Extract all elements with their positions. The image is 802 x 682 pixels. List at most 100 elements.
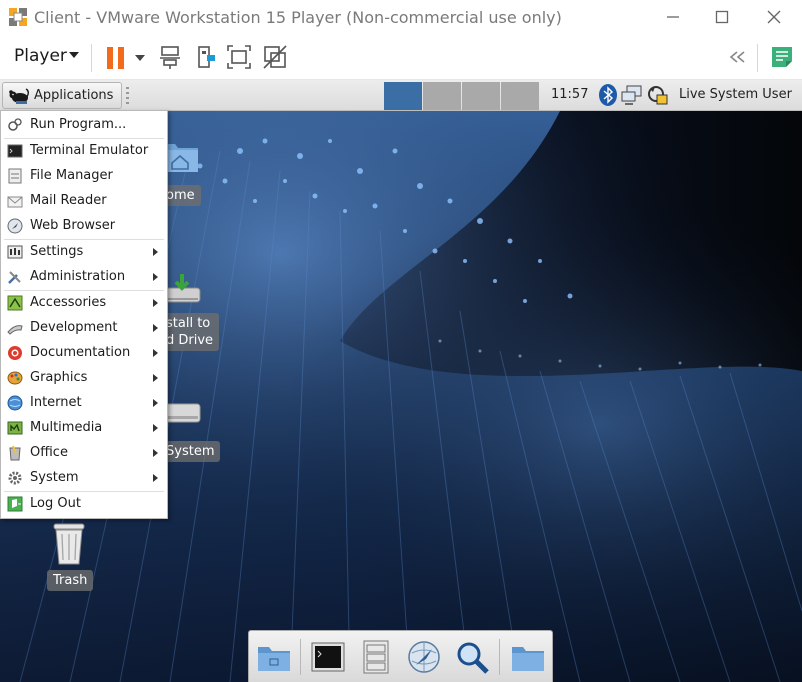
menu-item-label: Settings xyxy=(30,244,84,259)
trash-icon[interactable] xyxy=(50,520,88,566)
menu-item-terminal-emulator[interactable]: Terminal Emulator xyxy=(2,139,167,164)
file-system-icon[interactable] xyxy=(162,396,202,432)
menu-item-label: Internet xyxy=(30,395,82,410)
menu-item-label: Run Program... xyxy=(30,117,127,132)
submenu-arrow-icon xyxy=(153,424,158,432)
notes-icon[interactable] xyxy=(769,44,795,70)
menu-item-label: Multimedia xyxy=(30,420,103,435)
chevron-down-icon[interactable] xyxy=(69,52,79,58)
power-options-chevron-icon[interactable] xyxy=(135,55,145,61)
desktop-label-file-system[interactable]: System xyxy=(160,441,221,462)
menu-item-label: Office xyxy=(30,445,68,460)
submenu-arrow-icon xyxy=(153,474,158,482)
menu-item-documentation[interactable]: Documentation xyxy=(2,341,167,366)
user-menu[interactable]: Live System User xyxy=(679,87,792,102)
menu-item-graphics[interactable]: Graphics xyxy=(2,366,167,391)
menu-item-mail-reader[interactable]: Mail Reader xyxy=(2,189,167,214)
log-out-icon xyxy=(7,496,23,512)
close-button[interactable] xyxy=(762,6,786,28)
desktop-label-trash[interactable]: Trash xyxy=(47,570,94,591)
menu-item-label: Mail Reader xyxy=(30,193,107,208)
network-icon[interactable] xyxy=(621,83,643,107)
send-ctrl-alt-del-icon[interactable] xyxy=(157,44,183,70)
menu-item-label: Administration xyxy=(30,269,126,284)
menu-item-settings[interactable]: Settings xyxy=(2,240,167,265)
menu-item-label: File Manager xyxy=(30,168,113,183)
menu-item-multimedia[interactable]: Multimedia xyxy=(2,416,167,441)
submenu-arrow-icon xyxy=(153,349,158,357)
maximize-button[interactable] xyxy=(710,6,734,28)
search-icon[interactable] xyxy=(454,639,490,675)
unity-icon[interactable] xyxy=(262,44,288,70)
menu-item-accessories[interactable]: Accessories xyxy=(2,291,167,316)
toolbar-divider xyxy=(757,44,758,72)
title-bar: Client - VMware Workstation 15 Player (N… xyxy=(0,0,802,34)
menu-item-web-browser[interactable]: Web Browser xyxy=(2,214,167,239)
menu-item-label: Web Browser xyxy=(30,218,116,233)
submenu-arrow-icon xyxy=(153,449,158,457)
bluetooth-icon[interactable] xyxy=(597,83,619,107)
menu-item-label: Terminal Emulator xyxy=(30,143,149,158)
mail-icon xyxy=(7,196,23,208)
submenu-arrow-icon xyxy=(153,248,158,256)
panel-separator xyxy=(126,87,129,104)
xfce-mouse-icon xyxy=(9,88,29,104)
desktop-label-install[interactable]: stall to d Drive xyxy=(160,313,220,351)
menu-item-log-out[interactable]: Log Out xyxy=(2,492,167,517)
vmware-logo-icon xyxy=(9,8,27,26)
menu-item-internet[interactable]: Internet xyxy=(2,391,167,416)
dock-separator xyxy=(499,639,500,675)
internet-icon xyxy=(7,395,23,411)
updates-icon[interactable] xyxy=(647,83,669,107)
menu-item-system[interactable]: System xyxy=(2,466,167,491)
collapse-toolbar-icon[interactable] xyxy=(724,44,750,70)
terminal-icon xyxy=(7,144,23,158)
window-title: Client - VMware Workstation 15 Player (N… xyxy=(34,8,562,27)
system-icon xyxy=(8,471,22,485)
player-menu-button[interactable]: Player xyxy=(14,46,67,66)
submenu-arrow-icon xyxy=(153,299,158,307)
applications-label: Applications xyxy=(34,88,114,103)
menu-item-label: Log Out xyxy=(30,496,81,511)
submenu-arrow-icon xyxy=(153,324,158,332)
install-to-hard-drive-icon[interactable] xyxy=(162,268,202,308)
workspace-1[interactable] xyxy=(384,82,422,110)
workspace-2[interactable] xyxy=(423,82,461,110)
bottom-dock xyxy=(248,630,553,682)
graphics-icon xyxy=(7,371,23,385)
submenu-arrow-icon xyxy=(153,374,158,382)
applications-menu-button[interactable]: Applications xyxy=(2,82,122,109)
office-icon xyxy=(9,445,21,461)
file-manager-icon[interactable] xyxy=(358,639,394,675)
clock[interactable]: 11:57 xyxy=(551,87,588,102)
menu-item-label: System xyxy=(30,470,79,485)
menu-item-administration[interactable]: Administration xyxy=(2,265,167,290)
submenu-arrow-icon xyxy=(153,399,158,407)
install-label-line-1: stall to xyxy=(166,316,211,331)
workspace-4[interactable] xyxy=(501,82,539,110)
menu-item-label: Accessories xyxy=(30,295,107,310)
menu-item-label: Development xyxy=(30,320,118,335)
fullscreen-icon[interactable] xyxy=(226,44,252,70)
pause-icon[interactable] xyxy=(107,47,125,69)
administration-icon xyxy=(8,271,21,284)
guest-display[interactable]: ome stall to d Drive System Trash Applic… xyxy=(0,80,802,682)
workspace-3[interactable] xyxy=(462,82,500,110)
install-label-line-2: d Drive xyxy=(166,333,214,348)
submenu-arrow-icon xyxy=(153,273,158,281)
menu-item-office[interactable]: Office xyxy=(2,441,167,466)
vmware-toolbar: Player xyxy=(0,34,802,80)
menu-item-development[interactable]: Development xyxy=(2,316,167,341)
top-panel: Applications 11:57 Live System User xyxy=(0,80,802,111)
show-desktop-icon[interactable] xyxy=(256,639,292,675)
dock-separator xyxy=(300,639,301,675)
web-browser-icon[interactable] xyxy=(406,639,442,675)
menu-item-run-program[interactable]: Run Program... xyxy=(2,113,167,138)
menu-item-file-manager[interactable]: File Manager xyxy=(2,164,167,189)
toolbar-divider xyxy=(91,44,92,72)
terminal-icon[interactable] xyxy=(310,639,346,675)
folder-icon[interactable] xyxy=(510,639,546,675)
minimize-button[interactable] xyxy=(661,6,685,28)
removable-devices-icon[interactable] xyxy=(194,44,220,70)
documentation-icon xyxy=(8,346,22,360)
